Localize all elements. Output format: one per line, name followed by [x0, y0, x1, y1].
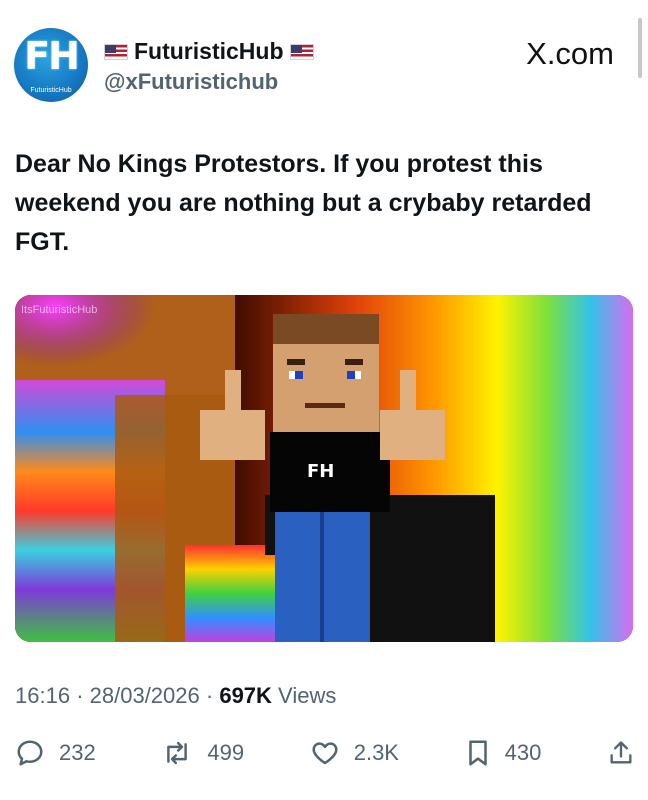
avatar-subtitle: FuturisticHub [30, 87, 72, 94]
shirt-logo: FH [307, 461, 334, 482]
media-watermark: ItsFuturisticHub [21, 304, 97, 316]
tweet-date[interactable]: 28/03/2026 [90, 683, 200, 708]
us-flag-icon [104, 43, 128, 60]
author-handle[interactable]: @xFuturistichub [104, 69, 314, 95]
repost-button[interactable]: 499 [161, 738, 244, 768]
repost-count: 499 [207, 740, 245, 765]
media-image: FH ItsFuturisticHub [15, 295, 633, 642]
display-name[interactable]: FuturisticHub [134, 38, 284, 65]
reply-count: 232 [59, 740, 96, 765]
bookmark-button[interactable]: 430 [465, 738, 542, 768]
scrollbar[interactable] [638, 18, 642, 78]
author-names: FuturisticHub @xFuturistichub [104, 38, 314, 95]
bookmark-count: 430 [504, 740, 542, 765]
site-label: X.com [526, 36, 614, 71]
repost-icon [167, 741, 188, 765]
meta-separator: · [205, 683, 214, 708]
us-flag-icon [289, 43, 314, 60]
tweet-text: Dear No Kings Protestors. If you protest… [15, 150, 592, 256]
like-button[interactable]: 2.3K [310, 738, 399, 768]
views-count: 697K [219, 683, 272, 708]
views-label: Views [278, 683, 337, 708]
bookmark-icon [468, 740, 487, 766]
avatar-letters: FH [24, 34, 80, 78]
like-count: 2.3K [353, 740, 399, 765]
action-bar: 232 499 2.3K 430 [15, 732, 635, 774]
display-name-row[interactable]: FuturisticHub [104, 38, 314, 65]
tweet-time[interactable]: 16:16 [15, 683, 70, 708]
tweet-meta: 16:16 · 28/03/2026 · 697K Views [15, 683, 336, 709]
reply-button[interactable]: 232 [15, 738, 96, 768]
meta-separator: · [76, 683, 84, 708]
avatar[interactable]: FH FuturisticHub [14, 28, 88, 102]
share-button[interactable] [607, 738, 635, 768]
reply-icon [17, 740, 43, 766]
like-icon [312, 742, 338, 765]
tweet-header: FH FuturisticHub FuturisticHub @xFuturis… [14, 28, 628, 104]
share-icon [610, 741, 632, 764]
tweet-media[interactable]: FH ItsFuturisticHub [15, 295, 633, 642]
